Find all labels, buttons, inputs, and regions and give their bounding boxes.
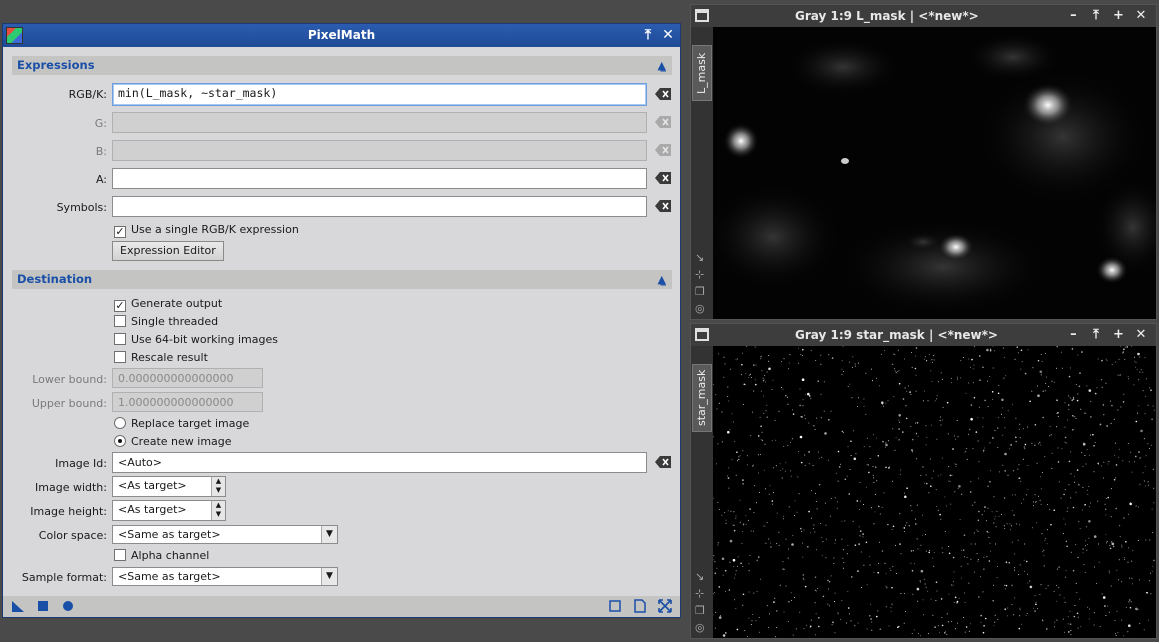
image-window-title-bar[interactable]: Gray 1:9 L_mask | <*new*> – ⤒ + ✕ [691, 5, 1156, 27]
sample-format-label: Sample format: [21, 571, 107, 584]
chevron-down-icon[interactable]: ▼ [321, 568, 337, 585]
l-mask-image-canvas[interactable] [713, 27, 1156, 319]
rescale-result-checkbox[interactable]: Rescale result [114, 351, 208, 365]
zoom-fit-icon[interactable]: ↘ [695, 249, 705, 266]
minimize-icon[interactable]: – [1064, 324, 1082, 346]
rgbk-label: RGB/K: [68, 88, 107, 101]
clear-b-icon [655, 144, 671, 156]
expressions-section-label: Expressions [17, 58, 95, 72]
expression-editor-button[interactable]: Expression Editor [112, 241, 224, 261]
image-window-title: Gray 1:9 star_mask | <*new*> [795, 328, 998, 342]
b-expression-input [112, 140, 647, 161]
clear-rgbk-icon[interactable] [655, 88, 671, 100]
view-side-panel: L_mask ↘ ⊹ ❐ ◎ [691, 27, 713, 319]
minimize-icon[interactable]: – [1064, 5, 1082, 27]
image-id-label: Image Id: [55, 457, 107, 470]
close-icon[interactable]: ✕ [1132, 5, 1150, 27]
chevron-down-icon[interactable]: ▼ [321, 526, 337, 543]
target-icon[interactable]: ◎ [695, 619, 705, 636]
image-window-star-mask: Gray 1:9 star_mask | <*new*> – ⤒ + ✕ sta… [690, 323, 1157, 639]
shade-icon[interactable]: ⤒ [640, 24, 656, 47]
view-tools: ↘ ⊹ ❐ ◎ [695, 249, 705, 317]
process-toolbar [3, 596, 680, 617]
color-space-label: Color space: [38, 529, 107, 542]
zoom-fit-icon[interactable]: ↘ [695, 568, 705, 585]
create-new-image-radio[interactable]: Create new image [114, 435, 232, 449]
symbols-label: Symbols: [56, 201, 107, 214]
clone-icon[interactable]: ❐ [695, 602, 705, 619]
generate-output-checkbox[interactable]: ✓ Generate output [114, 297, 222, 312]
spin-arrows-icon[interactable]: ▲ ▼ [211, 501, 225, 520]
a-label: A: [95, 173, 107, 186]
clear-image-id-icon[interactable] [655, 456, 671, 468]
image-window-title: Gray 1:9 L_mask | <*new*> [795, 9, 979, 23]
star-mask-image-canvas[interactable] [713, 346, 1156, 638]
view-tools: ↘ ⊹ ❐ ◎ [695, 568, 705, 636]
image-width-label: Image width: [35, 481, 107, 494]
upper-bound-label: Upper bound: [31, 397, 107, 410]
image-window-title-bar[interactable]: Gray 1:9 star_mask | <*new*> – ⤒ + ✕ [691, 324, 1156, 346]
b-label: B: [95, 145, 107, 158]
clone-icon[interactable]: ❐ [695, 283, 705, 300]
new-instance-icon[interactable] [11, 599, 25, 613]
g-label: G: [94, 117, 107, 130]
close-icon[interactable]: ✕ [660, 24, 676, 47]
expressions-section-header[interactable]: Expressions ▲̲ [12, 56, 672, 75]
clear-g-icon [655, 116, 671, 128]
rgbk-expression-input[interactable]: min(L_mask, ~star_mask) [112, 83, 647, 106]
image-width-spinbox[interactable]: <As target> ▲ ▼ [112, 476, 226, 497]
use-64bit-checkbox[interactable]: Use 64-bit working images [114, 333, 278, 347]
image-height-spinbox[interactable]: <As target> ▲ ▼ [112, 500, 226, 521]
shade-icon[interactable]: ⤒ [1087, 324, 1105, 346]
view-tab-l-mask[interactable]: L_mask [692, 45, 712, 101]
g-expression-input [112, 112, 647, 133]
maximize-icon[interactable]: + [1109, 5, 1127, 27]
star-mask-image [713, 346, 1156, 638]
maximize-icon[interactable]: + [1109, 324, 1127, 346]
checkmark-icon[interactable]: ✓ [114, 226, 126, 238]
shade-icon[interactable]: ⤒ [1087, 5, 1105, 27]
clear-symbols-icon[interactable] [655, 200, 671, 212]
window-icon[interactable] [695, 9, 709, 22]
document-icon[interactable] [633, 599, 647, 613]
apply-icon[interactable] [61, 599, 75, 613]
pixelmath-app-icon [6, 27, 23, 44]
dialog-title: PixelMath [307, 28, 376, 42]
collapse-up-icon[interactable]: ▲̲ [658, 270, 666, 289]
symbols-input[interactable] [112, 196, 647, 217]
dialog-title-bar[interactable]: PixelMath ⤒ ✕ [3, 24, 680, 47]
l-mask-image [713, 27, 1156, 319]
view-side-panel: star_mask ↘ ⊹ ❐ ◎ [691, 346, 713, 638]
clear-a-icon[interactable] [655, 172, 671, 184]
close-icon[interactable]: ✕ [1132, 324, 1150, 346]
alpha-channel-checkbox[interactable]: Alpha channel [114, 549, 209, 563]
single-expression-checkbox[interactable]: ✓ Use a single RGB/K expression [114, 223, 299, 238]
zoom-fit-frame-icon[interactable]: ⊹ [695, 585, 705, 602]
image-id-input[interactable]: <Auto> [112, 452, 647, 473]
apply-global-icon[interactable] [36, 599, 50, 613]
lower-bound-label: Lower bound: [32, 373, 107, 386]
image-window-l-mask: Gray 1:9 L_mask | <*new*> – ⤒ + ✕ L_mask… [690, 4, 1157, 320]
a-expression-input[interactable] [112, 168, 647, 189]
upper-bound-input: 1.000000000000000 [112, 392, 263, 412]
reset-icon[interactable] [658, 599, 672, 613]
view-tab-star-mask[interactable]: star_mask [692, 364, 712, 432]
destination-section-header[interactable]: Destination ▲̲ [12, 270, 672, 289]
browse-documentation-icon[interactable] [608, 599, 622, 613]
image-height-label: Image height: [30, 505, 107, 518]
window-icon[interactable] [695, 328, 709, 341]
pixelmath-dialog: PixelMath ⤒ ✕ Expressions ▲̲ RGB/K: min(… [2, 23, 681, 618]
sample-format-select[interactable]: <Same as target> ▼ [112, 567, 338, 586]
spin-arrows-icon[interactable]: ▲ ▼ [211, 477, 225, 496]
target-icon[interactable]: ◎ [695, 300, 705, 317]
single-threaded-checkbox[interactable]: Single threaded [114, 315, 218, 329]
collapse-up-icon[interactable]: ▲̲ [658, 56, 666, 75]
checkmark-icon[interactable]: ✓ [114, 300, 126, 312]
destination-section-label: Destination [17, 272, 93, 286]
lower-bound-input: 0.000000000000000 [112, 368, 263, 388]
color-space-select[interactable]: <Same as target> ▼ [112, 525, 338, 544]
zoom-fit-frame-icon[interactable]: ⊹ [695, 266, 705, 283]
replace-target-radio[interactable]: Replace target image [114, 417, 249, 431]
